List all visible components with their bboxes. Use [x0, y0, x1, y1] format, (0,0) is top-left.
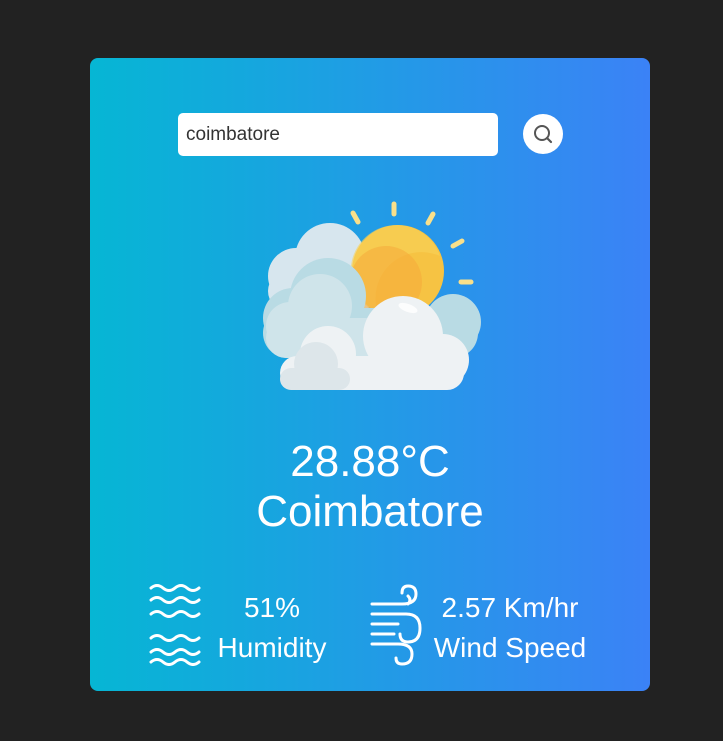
wind-icon [370, 584, 422, 666]
wind-value: 2.57 Km/hr [441, 592, 579, 623]
temperature: 28.88°C [290, 437, 450, 486]
city-name: Coimbatore [256, 487, 484, 536]
humidity-info: 51% Humidity [212, 588, 332, 668]
search-icon [534, 125, 553, 144]
sun-behind-clouds-icon [263, 201, 481, 390]
wind-label: Wind Speed [433, 632, 587, 663]
humidity-waves-icon [149, 584, 201, 666]
humidity-label: Humidity [217, 632, 327, 663]
weather-card: 28.88°C Coimbatore 51% Humidity 2.57 Km/… [90, 58, 650, 691]
humidity-value: 51% [243, 592, 301, 623]
wind-info: 2.57 Km/hr Wind Speed [430, 588, 590, 668]
search-button[interactable] [523, 114, 563, 154]
search-input[interactable] [178, 113, 498, 156]
